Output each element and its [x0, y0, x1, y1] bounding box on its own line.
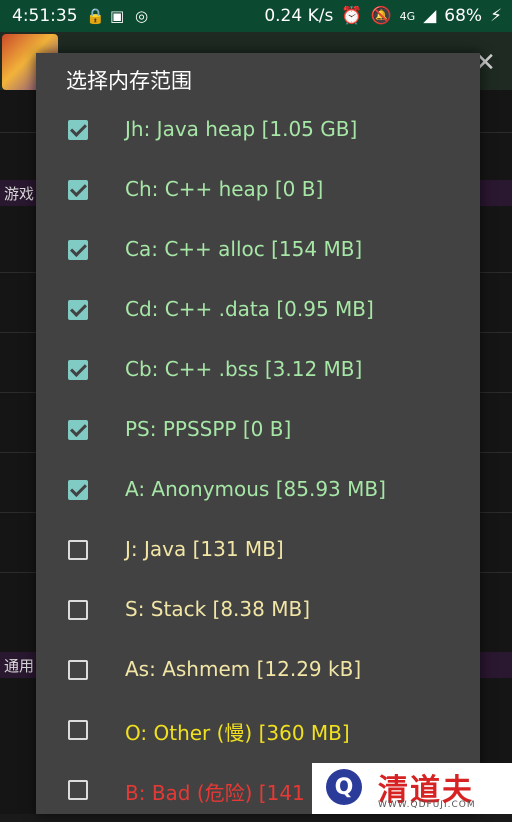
- charging-icon: ⚡: [490, 6, 502, 26]
- status-bar: 4:51:35 🔒 ▣ ◎ 0.24 K/s ⏰ 🔕 4G ◢ 68% ⚡: [0, 0, 512, 32]
- mute-icon: 🔕: [370, 6, 392, 26]
- option-label: A: Anonymous [85.93 MB]: [125, 477, 386, 501]
- checkbox-checked-icon[interactable]: [68, 480, 88, 500]
- checkbox-unchecked-icon[interactable]: [68, 600, 88, 620]
- checkbox-unchecked-icon[interactable]: [68, 780, 88, 800]
- network-type: 4G: [399, 9, 416, 23]
- checkbox-unchecked-icon[interactable]: [68, 540, 88, 560]
- memory-range-dialog: 选择内存范围 Jh: Java heap [1.05 GB] Ch: C++ he…: [36, 53, 480, 814]
- memory-range-option[interactable]: Cd: C++ .data [0.95 MB]: [36, 282, 480, 342]
- option-label: As: Ashmem [12.29 kB]: [125, 657, 362, 681]
- section-label: 通用: [4, 657, 35, 675]
- dialog-title: 选择内存范围: [66, 69, 192, 93]
- option-label: PS: PPSSPP [0 B]: [125, 417, 292, 441]
- option-label: Ca: C++ alloc [154 MB]: [125, 237, 363, 261]
- battery-level: 68%: [444, 6, 483, 26]
- memory-range-option[interactable]: J: Java [131 MB]: [36, 522, 480, 582]
- memory-range-option[interactable]: A: Anonymous [85.93 MB]: [36, 462, 480, 522]
- checkbox-checked-icon[interactable]: [68, 360, 88, 380]
- memory-range-option[interactable]: Ch: C++ heap [0 B]: [36, 162, 480, 222]
- checkbox-unchecked-icon[interactable]: [68, 720, 88, 740]
- network-speed: 0.24 K/s: [264, 6, 334, 26]
- option-label: Ch: C++ heap [0 B]: [125, 177, 324, 201]
- memory-range-option[interactable]: Jh: Java heap [1.05 GB]: [36, 102, 480, 162]
- checkbox-checked-icon[interactable]: [68, 300, 88, 320]
- checkbox-checked-icon[interactable]: [68, 180, 88, 200]
- watermark-logo: Q: [326, 769, 362, 805]
- alarm-icon: ⏰: [341, 6, 363, 26]
- checkbox-unchecked-icon[interactable]: [68, 660, 88, 680]
- option-label: Cb: C++ .bss [3.12 MB]: [125, 357, 363, 381]
- lock-icon: 🔒: [86, 7, 105, 25]
- option-label: B: Bad (危险) [141: [125, 781, 305, 805]
- watermark-url: WWW.QDFUJI.COM: [378, 800, 476, 810]
- memory-range-option[interactable]: S: Stack [8.38 MB]: [36, 582, 480, 642]
- memory-range-option[interactable]: PS: PPSSPP [0 B]: [36, 402, 480, 462]
- memory-range-option[interactable]: Cb: C++ .bss [3.12 MB]: [36, 342, 480, 402]
- image-icon: ▣: [110, 7, 125, 25]
- checkbox-checked-icon[interactable]: [68, 120, 88, 140]
- checkbox-checked-icon[interactable]: [68, 240, 88, 260]
- signal-icon: ◢: [423, 6, 437, 26]
- section-label: 游戏: [4, 185, 35, 203]
- checkbox-checked-icon[interactable]: [68, 420, 88, 440]
- option-label: J: Java [131 MB]: [125, 537, 284, 561]
- memory-range-option[interactable]: O: Other (慢) [360 MB]: [36, 702, 480, 762]
- watermark: Q 清道夫 WWW.QDFUJI.COM: [312, 763, 512, 814]
- option-label: O: Other (慢) [360 MB]: [125, 721, 350, 745]
- app-icon: ◎: [135, 7, 149, 25]
- status-time: 4:51:35: [12, 6, 78, 26]
- status-right: 0.24 K/s ⏰ 🔕 4G ◢ 68% ⚡: [264, 6, 502, 26]
- option-label: Cd: C++ .data [0.95 MB]: [125, 297, 374, 321]
- option-label: S: Stack [8.38 MB]: [125, 597, 310, 621]
- memory-range-option[interactable]: Ca: C++ alloc [154 MB]: [36, 222, 480, 282]
- memory-range-option[interactable]: As: Ashmem [12.29 kB]: [36, 642, 480, 702]
- option-label: Jh: Java heap [1.05 GB]: [125, 117, 358, 141]
